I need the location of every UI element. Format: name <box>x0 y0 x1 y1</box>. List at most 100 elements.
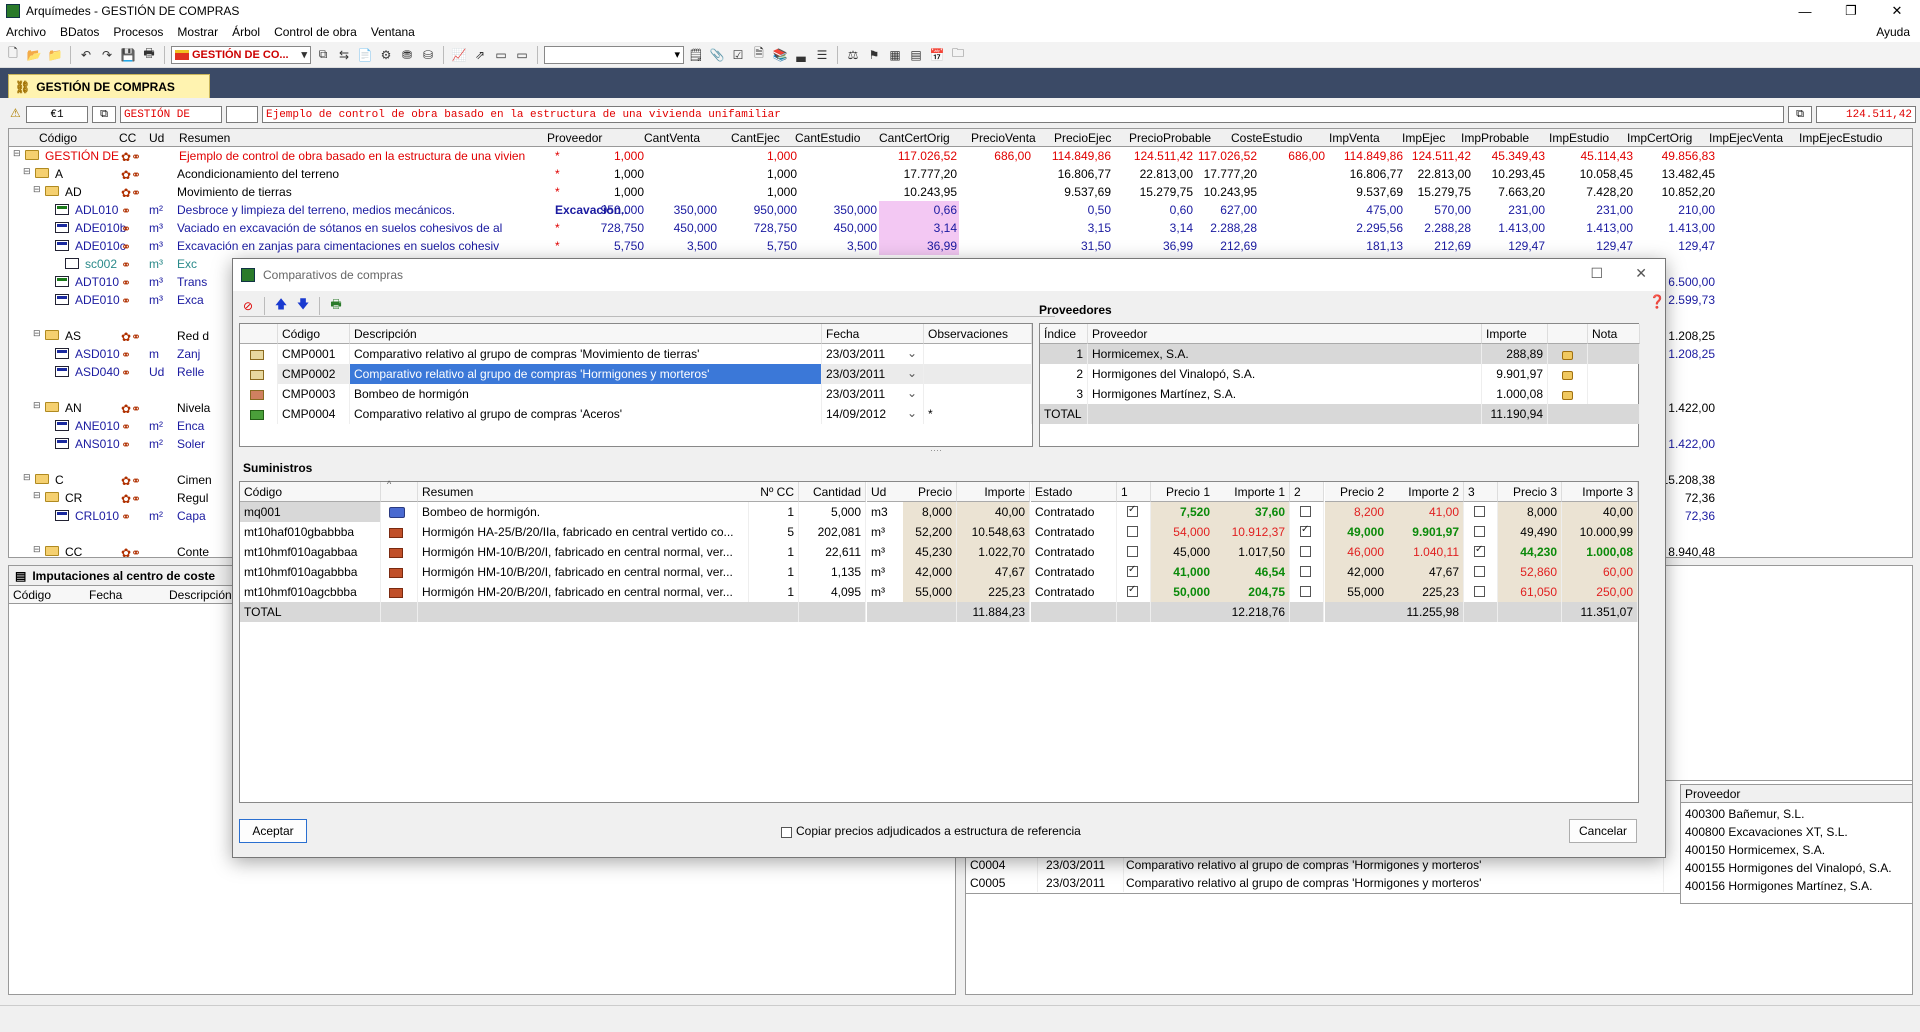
col-impestudio[interactable]: ImpEstudio <box>1549 131 1609 145</box>
close-button[interactable]: ✕ <box>1874 0 1920 22</box>
disk-icon[interactable]: ⛁ <box>419 46 437 64</box>
table-row[interactable]: mt10hmf010agabbaa Hormigón HM-10/B/20/I, … <box>240 542 1638 562</box>
menu-arbol[interactable]: Árbol <box>226 25 268 39</box>
col-descripcion[interactable]: Descripción <box>350 324 822 344</box>
work-selector-combo[interactable]: GESTIÓN DE CO... ▾ <box>171 45 311 64</box>
filter-icon[interactable]: ⛃ <box>398 46 416 64</box>
imput-col-fecha[interactable]: Fecha <box>89 588 122 602</box>
export-icon[interactable]: ⇗ <box>471 46 489 64</box>
col-c3[interactable]: 3 <box>1464 482 1498 502</box>
expander-icon[interactable]: ⊟ <box>33 328 41 339</box>
move-icon[interactable]: ⇆ <box>335 46 353 64</box>
maximize-icon[interactable]: ☐ <box>1590 265 1603 282</box>
menu-procesos[interactable]: Procesos <box>107 25 171 39</box>
col-p3[interactable]: Precio 3 <box>1498 482 1562 502</box>
col-precioprobable[interactable]: PrecioProbable <box>1129 131 1211 145</box>
chart-icon[interactable]: 📈 <box>450 46 468 64</box>
select-checkbox[interactable] <box>1127 564 1138 577</box>
print-icon[interactable]: 🖶 <box>327 297 345 315</box>
accept-button[interactable]: Aceptar <box>239 819 307 843</box>
menu-mostrar[interactable]: Mostrar <box>171 25 226 39</box>
level-field[interactable]: €1 <box>26 106 88 123</box>
table-row[interactable]: CMP0004 Comparativo relativo al grupo de … <box>240 404 1032 424</box>
save-icon[interactable]: 💾 <box>119 46 137 64</box>
prov-nota[interactable] <box>1588 364 1640 384</box>
select-checkbox[interactable] <box>1300 546 1311 557</box>
col-precio[interactable]: Precio <box>903 482 957 502</box>
select-checkbox[interactable] <box>1300 524 1311 537</box>
table-row[interactable]: mt10hmf010agabbba Hormigón HM-10/B/20/I, … <box>240 562 1638 582</box>
clip-icon[interactable]: 📎 <box>708 46 726 64</box>
expander-icon[interactable]: ⊟ <box>23 166 31 177</box>
provider-list-header[interactable]: Proveedor <box>1681 785 1912 803</box>
col-p2[interactable]: Precio 2 <box>1325 482 1389 502</box>
bar-chart-icon[interactable]: ▃ <box>792 46 810 64</box>
sum-c3[interactable] <box>1464 562 1498 582</box>
prov-nota[interactable] <box>1588 344 1640 364</box>
cmp-fecha[interactable]: 23/03/2011 ⌄ <box>822 344 924 364</box>
col-indice[interactable]: Índice <box>1040 324 1088 344</box>
document-icon[interactable]: 📄 <box>356 46 374 64</box>
col-impejecventa[interactable]: ImpEjecVenta <box>1709 131 1783 145</box>
check-icon[interactable]: ☑ <box>729 46 747 64</box>
sum-c3[interactable] <box>1464 542 1498 562</box>
col-nota[interactable]: Nota <box>1588 324 1640 344</box>
splitter-handle[interactable]: ···· <box>930 445 942 455</box>
tree-icon[interactable]: ⧉ <box>314 46 332 64</box>
col-impventa[interactable]: ImpVenta <box>1329 131 1380 145</box>
col-observaciones[interactable]: Observaciones <box>924 324 1032 344</box>
sum-c1[interactable] <box>1117 582 1151 602</box>
cmp-fecha[interactable]: 23/03/2011 ⌄ <box>822 364 924 384</box>
window-icon[interactable]: ▭ <box>492 46 510 64</box>
col-res[interactable]: Resumen <box>418 482 749 502</box>
arrow-up-icon[interactable]: 🡅 <box>272 297 290 315</box>
sum-c2[interactable] <box>1290 522 1324 542</box>
select-checkbox[interactable] <box>1127 504 1138 517</box>
expander-icon[interactable]: ⊟ <box>33 400 41 411</box>
select-checkbox[interactable] <box>1474 544 1485 557</box>
select-checkbox[interactable] <box>1127 526 1138 537</box>
select-checkbox[interactable] <box>1300 506 1311 517</box>
select-checkbox[interactable] <box>1474 566 1485 577</box>
blank-combo[interactable]: ▾ <box>544 45 684 64</box>
table-row[interactable]: mq001 Bombeo de hormigón. 1 5,000 m3 8,000 40,… <box>240 502 1638 522</box>
arrow-down-icon[interactable]: 🡇 <box>294 297 312 315</box>
undo-icon[interactable]: ↶ <box>77 46 95 64</box>
table-row[interactable]: ⊟ GESTIÓN DE ✿⚭ Ejemplo de control de obra … <box>9 147 1912 165</box>
new-icon[interactable]: 🗋 <box>4 46 22 64</box>
expander-icon[interactable]: ⊟ <box>33 544 41 555</box>
table-row[interactable]: ⊟ A ✿⚭ Acondicionamiento del terreno * 1,000 1… <box>9 165 1912 183</box>
col-costeestudio[interactable]: CosteEstudio <box>1231 131 1302 145</box>
select-checkbox[interactable] <box>1300 566 1311 577</box>
copy-prices-option[interactable]: Copiar precios adjudicados a estructura … <box>781 824 1081 838</box>
settings-icon[interactable]: ⚙ <box>377 46 395 64</box>
summary-field[interactable]: Ejemplo de control de obra basado en la … <box>262 106 1784 123</box>
col-cantcertorig[interactable]: CantCertOrig <box>879 131 950 145</box>
col-cc[interactable]: CC <box>119 131 136 145</box>
select-checkbox[interactable] <box>1474 586 1485 597</box>
table-row[interactable]: ADL010 ⚭ m² Desbroce y limpieza del terreno… <box>9 201 1912 219</box>
sum-c1[interactable] <box>1117 562 1151 582</box>
col-impejecestudio[interactable]: ImpEjecEstudio <box>1799 131 1882 145</box>
col-i2[interactable]: Importe 2 <box>1388 482 1464 502</box>
col-ud[interactable]: Ud <box>867 482 904 502</box>
list-item[interactable]: 400155 Hormigones del Vinalopó, S.A. <box>1685 859 1908 877</box>
sum-c2[interactable] <box>1290 562 1324 582</box>
col-c2[interactable]: 2 <box>1290 482 1324 502</box>
table-row[interactable]: CMP0002 Comparativo relativo al grupo de … <box>240 364 1032 384</box>
measure-icon[interactable]: ⚖ <box>844 46 862 64</box>
table-row[interactable]: mt10haf010gbabbba Hormigón HA-25/B/20/IIa… <box>240 522 1638 542</box>
col-imp[interactable]: Importe <box>957 482 1030 502</box>
cancel-button[interactable]: Cancelar <box>1569 819 1637 843</box>
code-field[interactable]: GESTIÓN DE <box>120 106 222 123</box>
folder-icon[interactable]: 🗀 <box>949 46 967 64</box>
col-codigo[interactable]: Código <box>39 131 77 145</box>
prov-nota[interactable] <box>1588 384 1640 404</box>
col-cantventa[interactable]: CantVenta <box>644 131 700 145</box>
grid-icon[interactable]: ▤ <box>907 46 925 64</box>
table-row[interactable]: 2 Hormigones del Vinalopó, S.A. 9.901,97 <box>1040 364 1640 384</box>
col-precioventa[interactable]: PrecioVenta <box>971 131 1036 145</box>
table-row[interactable]: 1 Hormicemex, S.A. 288,89 <box>1040 344 1640 364</box>
table-row[interactable]: ⊟ AD ✿⚭ Movimiento de tierras * 1,000 1,000 10.… <box>9 183 1912 201</box>
sum-c2[interactable] <box>1290 542 1324 562</box>
